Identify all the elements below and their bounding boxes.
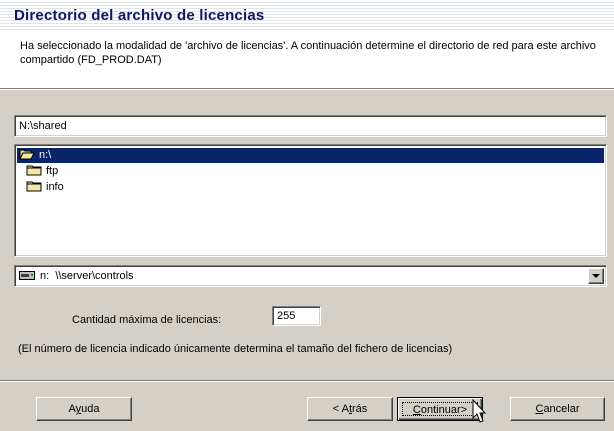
mouse-pointer-icon	[472, 399, 487, 423]
continue-label-after: ontinuar>	[420, 404, 468, 416]
help-button[interactable]: Ayuda	[36, 397, 132, 421]
license-note: (El número de licencia indicado únicamen…	[18, 343, 453, 355]
cancel-label-after: ancelar	[543, 403, 580, 415]
directory-item-ftp[interactable]: ftp	[24, 164, 58, 179]
header-panel: Directorio del archivo de licencias Ha s…	[0, 0, 614, 88]
page-title: Directorio del archivo de licencias	[14, 7, 265, 24]
max-licenses-label: Cantidad máxima de licencias:	[72, 314, 222, 326]
max-licenses-input[interactable]	[272, 306, 321, 326]
dropdown-arrow-button[interactable]	[588, 268, 604, 284]
back-label-before: < A	[332, 403, 349, 415]
page-description: Ha seleccionado la modalidad de 'archivo…	[20, 40, 596, 66]
button-divider-highlight	[0, 381, 614, 382]
continue-label-mnemonic: C	[412, 404, 421, 416]
drive-select-value: n: \\server\controls	[19, 270, 134, 282]
path-input[interactable]	[14, 115, 607, 137]
header-divider-highlight	[0, 89, 614, 90]
back-label-after: rás	[352, 403, 368, 415]
folder-icon	[26, 181, 42, 192]
continue-button[interactable]: Continuar>	[397, 397, 483, 421]
directory-item-info[interactable]: info	[24, 180, 64, 195]
directory-item-root[interactable]: n:\	[17, 148, 604, 163]
help-label-after: uda	[81, 403, 100, 415]
directory-item-label: n:\	[39, 149, 52, 161]
continue-focus-rect: Continuar>	[402, 402, 478, 416]
drive-letter: n:	[40, 270, 50, 282]
drive-path: \\server\controls	[55, 270, 134, 282]
cancel-button[interactable]: Cancelar	[510, 397, 605, 421]
drive-select[interactable]: n: \\server\controls	[14, 265, 607, 287]
directory-item-label: info	[46, 181, 64, 193]
open-folder-icon	[19, 149, 35, 160]
network-drive-icon	[19, 271, 35, 280]
directory-list[interactable]: n:\ ftp info	[14, 144, 607, 257]
directory-item-label: ftp	[46, 165, 59, 177]
folder-icon	[26, 165, 42, 176]
back-button[interactable]: < Atrás	[307, 397, 393, 421]
help-label-before: A	[68, 403, 76, 415]
